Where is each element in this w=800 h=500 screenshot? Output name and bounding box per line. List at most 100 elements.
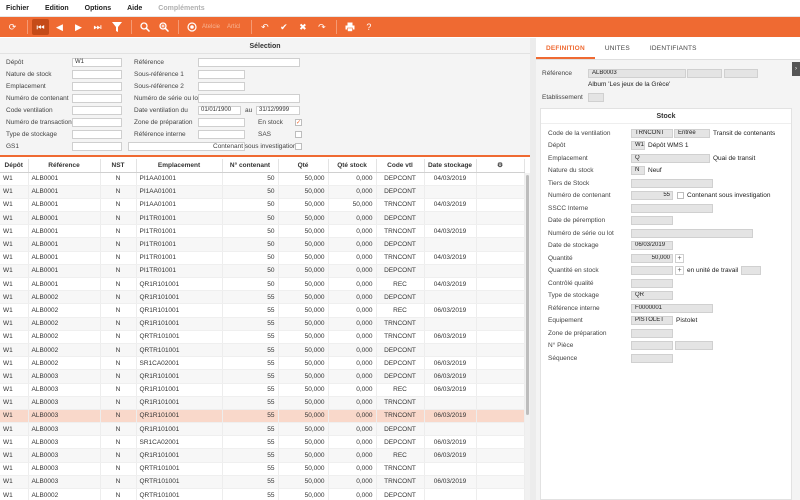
print-icon[interactable] [341,19,358,35]
menu-aide[interactable]: Aide [127,5,142,12]
quantite-field[interactable]: 50,000 [631,254,673,263]
col-header-qte[interactable]: Qté [278,159,329,173]
table-row[interactable]: W1 ALB0001 N PI1TR01001 50 50,000 0,000 DEPCONT [0,211,525,226]
col-header-date-stockage[interactable]: Date stockage [424,159,477,173]
quantite-plus-button[interactable]: + [675,254,684,263]
stock-zone-field[interactable] [631,329,673,338]
ref-interne-field[interactable] [198,130,245,139]
tiers-stock-field[interactable] [631,179,713,188]
search-plus-icon[interactable] [155,19,172,35]
gs1-field[interactable] [72,142,122,151]
sousref2-field[interactable] [198,82,245,91]
delete-icon[interactable]: ✖ [294,19,311,35]
code-vent-field[interactable]: TRNCONT [631,129,673,138]
num-transaction-field[interactable] [72,118,122,127]
table-row[interactable]: W1 ALB0003 N QR1R101001 55 50,000 0,000 REC 06/0… [0,448,525,463]
date-to-field[interactable]: 31/12/9999 [256,106,300,115]
stock-type-stockage-field[interactable]: QR [631,291,673,300]
code-vent-field2[interactable]: Entrée [674,129,710,138]
collapse-arrow-icon[interactable]: › [792,62,800,76]
first-record-icon[interactable]: ⏮ [32,19,49,35]
table-row[interactable]: W1 ALB0002 N QRTR101001 55 50,000 0,000 DEPCONT [0,343,525,358]
last-record-icon[interactable]: ⏭ [89,19,106,35]
table-row[interactable]: W1 ALB0002 N QRTR101001 55 50,000 0,000 TRNCONT… [0,330,525,344]
table-row[interactable]: W1 ALB0001 N QR1R101001 50 50,000 0,000 REC 04/0… [0,277,525,292]
col-header-num-contenant[interactable]: N° contenant [222,159,279,173]
table-row[interactable]: W1 ALB0003 N QR1R101001 55 50,000 0,000 TRNCONT… [0,409,525,424]
equipement-field[interactable]: PISTOLET [631,316,673,325]
table-row[interactable]: W1 ALB0001 N PI1TR01001 50 50,000 0,000 TRNCONT… [0,251,525,265]
stock-nature-field[interactable]: N [631,166,645,175]
tab-definition[interactable]: DEFINITION [536,45,595,59]
search-icon[interactable] [136,19,153,35]
code-ventilation-field[interactable] [72,106,122,115]
toolbar-text-articl[interactable]: Articl [227,24,240,30]
col-header-qte-stock[interactable]: Qté stock [328,159,377,173]
etablissement-field[interactable] [588,93,604,102]
num-serie-field[interactable] [198,94,300,103]
table-row[interactable]: W1 ALB0001 N PI1TR01001 50 50,000 0,000 DEPCONT [0,237,525,252]
previous-record-icon[interactable]: ◀ [51,19,68,35]
reference-field[interactable] [198,58,300,67]
def-reference-field[interactable]: ALB0003 [588,69,686,78]
table-row[interactable]: W1 ALB0002 N QRTR101001 55 50,000 0,000 DEPCONT [0,488,525,500]
def-reference-extra2[interactable] [724,69,758,78]
stock-emplacement-field[interactable]: Q [631,154,710,163]
table-row[interactable]: W1 ALB0003 N QRTR101001 55 50,000 0,000 TRNCONT [0,462,525,476]
type-stockage-field[interactable] [72,130,122,139]
table-row[interactable]: W1 ALB0003 N QR1R101001 55 50,000 0,000 TRNCONT [0,396,525,410]
help-icon[interactable]: ? [360,19,377,35]
table-row[interactable]: W1 ALB0003 N QR1R101001 55 50,000 0,000 DEPCONT [0,422,525,437]
tab-identifiants[interactable]: IDENTIFIANTS [640,45,707,59]
sousref1-field[interactable] [198,70,245,79]
emplacement-field[interactable] [72,82,122,91]
refresh-icon[interactable]: ⟳ [4,19,21,35]
table-row[interactable]: W1 ALB0002 N QR1R101001 55 50,000 0,000 REC 06/0… [0,303,525,318]
stock-contenant-inv-checkbox[interactable] [677,192,684,199]
num-piece-field[interactable] [631,341,673,350]
col-header-depot[interactable]: Dépôt [0,159,29,173]
col-header-reference[interactable]: Référence [28,159,101,173]
table-row[interactable]: W1 ALB0001 N PI1TR01001 50 50,000 0,000 DEPCONT [0,264,525,279]
date-stockage-field[interactable]: 06/03/2019 [631,241,673,250]
table-row[interactable]: W1 ALB0001 N PI1AA01001 50 50,000 50,000 TRNCON… [0,198,525,213]
depot-field[interactable]: W1 [72,58,122,67]
contenant-investigation-checkbox[interactable] [295,143,302,150]
date-peremption-field[interactable] [631,216,673,225]
redo-icon[interactable]: ↷ [313,19,330,35]
stock-depot-field[interactable]: W1 [631,141,645,150]
menu-edition[interactable]: Edition [45,5,69,12]
num-contenant-field[interactable] [72,94,122,103]
unite-travail-field[interactable] [741,266,761,275]
table-row[interactable]: W1 ALB0001 N PI1AA01001 50 50,000 0,000 DEPCONT… [0,172,525,186]
table-row[interactable]: W1 ALB0001 N PI1AA01001 50 50,000 0,000 DEPCONT [0,185,525,199]
sscc-field[interactable] [631,204,713,213]
nature-stock-field[interactable] [72,70,122,79]
tab-unites[interactable]: UNITES [595,45,640,59]
col-header-emplacement[interactable]: Emplacement [136,159,223,173]
col-header-code-vtl[interactable]: Code vtl [376,159,425,173]
scrollbar-thumb[interactable] [526,175,529,415]
table-row[interactable]: W1 ALB0003 N SR1CA02001 55 50,000 0,000 DEPCONT… [0,435,525,450]
target-icon[interactable] [183,19,200,35]
table-row[interactable]: W1 ALB0003 N QR1R101001 55 50,000 0,000 REC 06/0… [0,383,525,397]
sas-checkbox[interactable] [295,131,302,138]
zone-preparation-field[interactable] [198,118,245,127]
settings-gear-icon[interactable]: ⚙ [476,159,525,173]
table-row[interactable]: W1 ALB0001 N PI1TR01001 50 50,000 0,000 TRNCONT… [0,224,525,239]
col-header-nst[interactable]: NST [100,159,137,173]
controle-qualite-field[interactable] [631,279,673,288]
menu-complements[interactable]: Compléments [158,5,204,12]
date-from-field[interactable]: 01/01/1900 [198,106,241,115]
filter-icon[interactable] [108,19,125,35]
stock-num-contenant-field[interactable]: 55 [631,191,673,200]
table-row[interactable]: W1 ALB0003 N QR1R101001 55 50,000 0,000 DEPCONT… [0,369,525,384]
stock-ref-interne-field[interactable]: F0000001 [631,304,713,313]
toolbar-text-atelcie[interactable]: Atelcie [202,24,220,30]
table-row[interactable]: W1 ALB0002 N QR1R101001 55 50,000 0,000 DEPCONT [0,290,525,305]
menu-fichier[interactable]: Fichier [6,5,29,12]
qte-stock-field[interactable] [631,266,673,275]
sequence-field[interactable] [631,354,673,363]
qte-stock-plus-button[interactable]: + [675,266,684,275]
table-row[interactable]: W1 ALB0003 N QRTR101001 55 50,000 0,000 TRNCONT… [0,475,525,490]
